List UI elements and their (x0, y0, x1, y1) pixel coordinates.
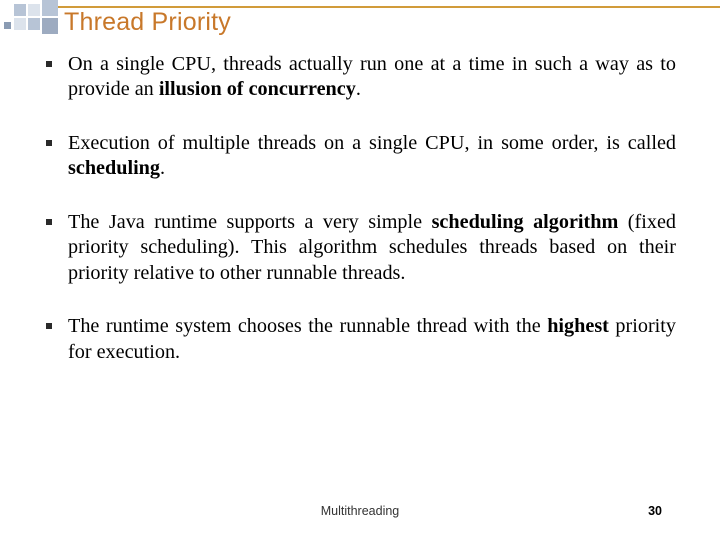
slide-header: Thread Priority (0, 0, 720, 32)
list-item: Execution of multiple threads on a singl… (44, 131, 676, 182)
slide-content: On a single CPU, threads actually run on… (44, 52, 676, 393)
list-item: The Java runtime supports a very simple … (44, 210, 676, 286)
bullet-text-pre: The runtime system chooses the runnable … (68, 315, 547, 337)
bullet-text-bold: illusion of concurrency (159, 78, 356, 100)
list-item: On a single CPU, threads actually run on… (44, 52, 676, 103)
bullet-list: On a single CPU, threads actually run on… (44, 52, 676, 365)
bullet-text-pre: Execution of multiple threads on a singl… (68, 132, 676, 154)
bullet-text-bold: scheduling algorithm (432, 211, 619, 233)
bullet-text-pre: The Java runtime supports a very simple (68, 211, 432, 233)
bullet-text-post: . (356, 78, 361, 100)
footer-topic: Multithreading (0, 504, 720, 518)
bullet-text-post: . (160, 157, 165, 179)
slide-title: Thread Priority (64, 8, 231, 37)
list-item: The runtime system chooses the runnable … (44, 314, 676, 365)
bullet-text-bold: scheduling (68, 157, 160, 179)
bullet-text-bold: highest (547, 315, 609, 337)
page-number: 30 (648, 504, 662, 518)
slide-footer: Multithreading 30 (0, 504, 720, 524)
corner-decoration (0, 0, 60, 40)
